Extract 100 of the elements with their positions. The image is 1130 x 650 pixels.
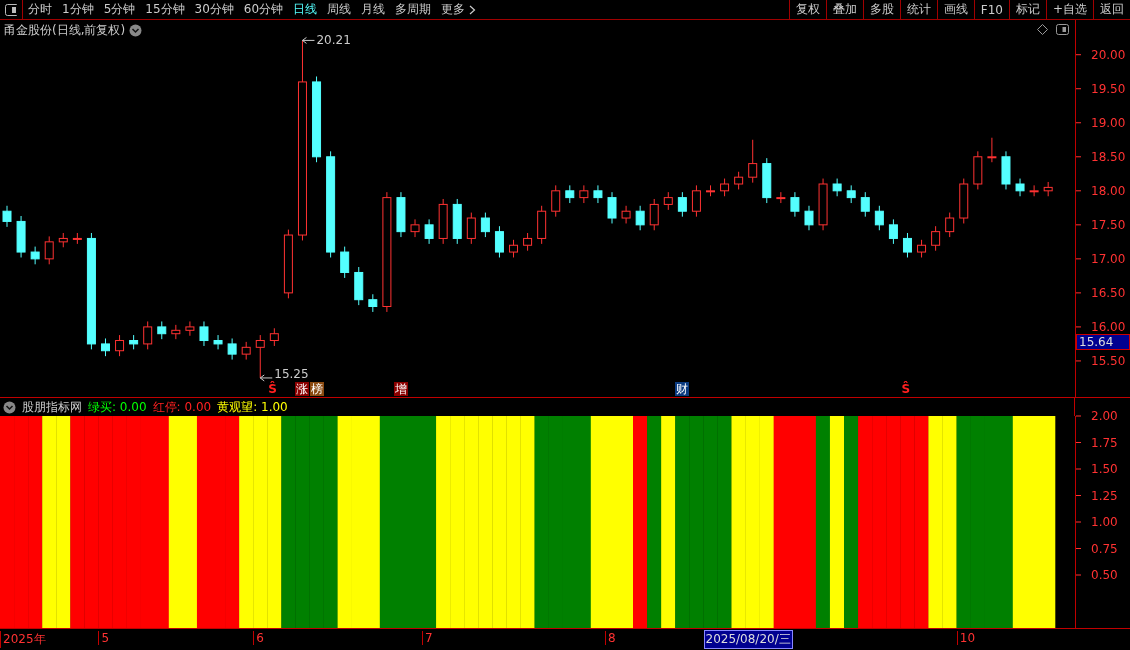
candle: [368, 293, 378, 313]
period-tab[interactable]: 月线: [356, 0, 391, 19]
dropdown-icon[interactable]: [129, 24, 143, 37]
period-tab[interactable]: 分时: [23, 0, 57, 19]
candle: [129, 334, 139, 350]
toolbar-button[interactable]: 标记: [1008, 0, 1046, 19]
candle: [16, 215, 26, 258]
toolbar-button[interactable]: 叠加: [825, 0, 863, 19]
arrow-icon: [259, 374, 273, 382]
candle: [340, 246, 350, 279]
period-tab[interactable]: 30分钟: [189, 0, 239, 19]
candle: [438, 198, 448, 245]
candle: [72, 232, 82, 245]
period-tab[interactable]: 1分钟: [57, 0, 99, 19]
candle: [663, 191, 673, 211]
candle: [101, 338, 110, 357]
chevron-right-icon: [469, 4, 477, 15]
date-label: 5: [98, 631, 110, 645]
candle: [227, 338, 237, 361]
candle: [649, 198, 659, 231]
axis-label: 20.00: [1091, 47, 1126, 62]
period-tab[interactable]: 5分钟: [98, 0, 141, 19]
date-label: 8: [605, 631, 616, 645]
candle: [551, 184, 561, 218]
toolbar-button[interactable]: 画线: [936, 0, 974, 19]
candle: [523, 232, 533, 252]
candle: [424, 218, 434, 245]
price-extreme-label: 20.21: [316, 33, 351, 48]
candle: [283, 229, 293, 299]
candle: [1029, 184, 1039, 197]
candle: [931, 225, 941, 252]
panel-toggle-icon[interactable]: [1056, 24, 1069, 35]
candle: [1015, 178, 1025, 197]
candle: [720, 178, 730, 197]
candle: [874, 205, 884, 231]
indicator-reading: 红停: 0.00: [152, 398, 212, 416]
candle: [607, 191, 617, 224]
candle: [157, 320, 167, 340]
candle: [269, 327, 279, 347]
axis-label: 19.50: [1091, 81, 1126, 96]
candle: [677, 191, 687, 218]
axis-label: 1.75: [1091, 435, 1118, 450]
event-symbol[interactable]: Ŝ: [267, 382, 278, 396]
candle: [241, 341, 251, 361]
toolbar-button[interactable]: 多股: [862, 0, 900, 19]
event-symbol[interactable]: Ŝ: [900, 382, 912, 396]
candle: [706, 184, 715, 197]
candle: [945, 212, 955, 238]
candle: [790, 191, 800, 218]
candle: [691, 184, 701, 218]
event-tag[interactable]: 涨: [295, 382, 310, 396]
indicator-reading: 绿买: 0.00: [88, 398, 147, 416]
period-tab[interactable]: 周线: [322, 0, 357, 19]
axis-label: 18.50: [1091, 149, 1126, 164]
date-label: 7: [422, 631, 433, 645]
toolbar-button[interactable]: 返回: [1093, 0, 1130, 19]
dropdown-icon[interactable]: [3, 400, 16, 414]
toolbar-button[interactable]: F10: [973, 0, 1009, 19]
candle: [959, 178, 969, 224]
candle: [987, 137, 997, 163]
event-tag[interactable]: 财: [675, 382, 690, 396]
candle: [30, 246, 40, 265]
toolbar-button[interactable]: 统计: [899, 0, 937, 19]
event-tag[interactable]: 榜: [309, 382, 324, 396]
candle: [565, 184, 575, 204]
candle: [846, 184, 856, 204]
toolbar-button[interactable]: 复权: [788, 0, 826, 19]
axis-label: 15.50: [1091, 353, 1126, 368]
axis-label: 19.00: [1091, 115, 1126, 130]
axis-label: 1.25: [1091, 488, 1118, 503]
candle: [748, 139, 758, 184]
candle: [480, 212, 490, 238]
candle: [762, 157, 772, 204]
cursor-date: 2025/08/20/三: [703, 630, 793, 649]
candle: [917, 239, 927, 258]
candle: [776, 191, 786, 204]
period-tab[interactable]: 60分钟: [238, 0, 289, 19]
candle: [860, 191, 870, 218]
candle: [804, 205, 814, 231]
candle: [44, 235, 54, 265]
axis-label: 18.00: [1091, 183, 1126, 198]
candle: [579, 184, 589, 204]
candle: [1043, 181, 1053, 197]
candle: [213, 334, 223, 350]
period-tab[interactable]: 日线: [288, 0, 323, 19]
candle: [2, 205, 12, 228]
candle: [734, 171, 744, 190]
candle: [973, 150, 983, 190]
toolbar-button[interactable]: +自选: [1045, 0, 1093, 19]
diamond-icon[interactable]: [1037, 24, 1048, 35]
event-tag[interactable]: 增: [393, 382, 408, 396]
date-label: 2025年: [0, 631, 46, 648]
period-tab[interactable]: 15分钟: [140, 0, 190, 19]
period-tab[interactable]: 多周期: [390, 0, 437, 19]
chart-title: 甬金股份(日线,前复权): [4, 22, 126, 39]
axis-label: 16.00: [1091, 319, 1126, 334]
candle: [509, 239, 518, 258]
candle: [888, 218, 898, 245]
more-button[interactable]: 更多: [436, 0, 482, 19]
candle: [199, 320, 209, 347]
